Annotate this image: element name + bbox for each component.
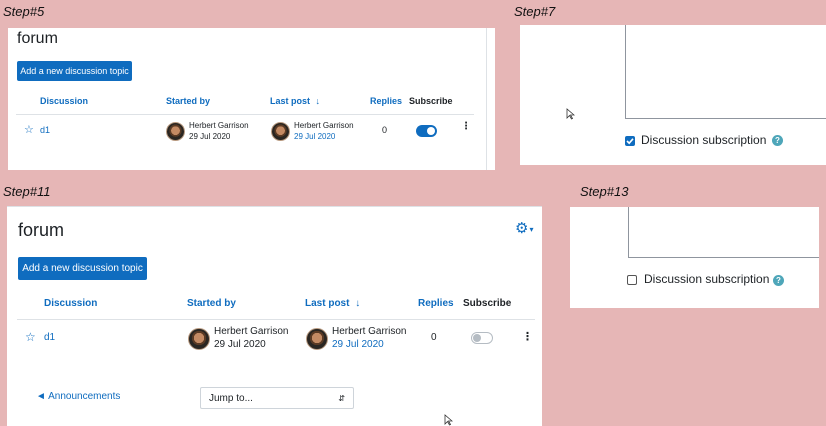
step-13-label: Step#13 — [580, 184, 629, 199]
avatar[interactable] — [271, 122, 290, 141]
starter-date: 29 Jul 2020 — [214, 339, 266, 350]
last-post-author: Herbert Garrison — [332, 326, 407, 337]
column-last-post-label: Last post — [270, 96, 311, 106]
more-actions-icon[interactable]: ⋮ — [522, 330, 533, 343]
avatar[interactable] — [306, 328, 328, 350]
panel-border — [486, 28, 487, 170]
replies-count: 0 — [382, 125, 388, 135]
column-discussion[interactable]: Discussion — [40, 96, 88, 106]
announcements-link[interactable]: ◄ Announcements — [36, 391, 120, 402]
star-icon[interactable]: ☆ — [25, 330, 36, 344]
last-post-date-link[interactable]: 29 Jul 2020 — [294, 132, 335, 141]
help-icon[interactable]: ? — [773, 275, 784, 286]
help-icon[interactable]: ? — [772, 135, 783, 146]
last-post-author: Herbert Garrison — [294, 121, 354, 130]
starter-date: 29 Jul 2020 — [189, 132, 231, 141]
page-title: forum — [17, 30, 58, 47]
column-discussion[interactable]: Discussion — [44, 298, 97, 309]
subscribe-toggle-on[interactable] — [416, 125, 437, 137]
step-11-label: Step#11 — [3, 184, 51, 199]
avatar[interactable] — [188, 328, 210, 350]
message-editor[interactable] — [628, 207, 819, 258]
column-started-by[interactable]: Started by — [166, 96, 210, 106]
forum-panel-step11: forum ⚙▾ Add a new discussion topic Disc… — [7, 206, 542, 426]
subscription-checkbox-unchecked[interactable] — [627, 275, 637, 285]
subscribe-toggle-off[interactable] — [471, 332, 493, 344]
column-subscribe: Subscribe — [409, 96, 453, 106]
starter-name: Herbert Garrison — [189, 121, 249, 130]
chevron-down-icon: ▾ — [529, 224, 534, 234]
discussion-link[interactable]: d1 — [44, 332, 55, 343]
column-last-post-label: Last post — [305, 298, 350, 309]
mouse-cursor-icon — [444, 413, 454, 426]
mouse-cursor-icon — [566, 107, 576, 125]
subscription-panel-step13: Discussion subscription ? — [570, 207, 819, 308]
add-discussion-button[interactable]: Add a new discussion topic — [18, 257, 147, 280]
add-discussion-button[interactable]: Add a new discussion topic — [17, 61, 132, 81]
replies-count: 0 — [431, 332, 437, 343]
subscription-label: Discussion subscription — [644, 272, 770, 286]
avatar[interactable] — [166, 122, 185, 141]
column-last-post[interactable]: Last post ↓ — [305, 298, 360, 309]
gear-icon[interactable]: ⚙▾ — [515, 219, 533, 237]
star-icon[interactable]: ☆ — [24, 123, 34, 136]
column-replies[interactable]: Replies — [418, 298, 454, 309]
column-last-post[interactable]: Last post ↓ — [270, 96, 320, 106]
starter-name: Herbert Garrison — [214, 326, 289, 337]
header-divider — [17, 319, 535, 320]
sort-desc-icon: ↓ — [315, 96, 321, 106]
step-7-label: Step#7 — [514, 4, 556, 19]
toggle-knob — [473, 334, 481, 342]
panel-border — [7, 206, 542, 207]
sort-desc-icon: ↓ — [355, 298, 361, 309]
header-divider — [16, 114, 474, 115]
toggle-knob — [427, 127, 435, 135]
last-post-date-link[interactable]: 29 Jul 2020 — [332, 339, 384, 350]
more-actions-icon[interactable]: ⋮ — [461, 121, 471, 132]
subscription-label: Discussion subscription — [641, 133, 767, 147]
column-replies[interactable]: Replies — [370, 96, 402, 106]
column-subscribe: Subscribe — [463, 298, 512, 309]
message-editor[interactable] — [625, 25, 826, 119]
jump-to-label: Jump to... — [209, 392, 253, 404]
page-title: forum — [18, 220, 65, 240]
discussion-link[interactable]: d1 — [40, 125, 50, 135]
jump-to-select[interactable]: Jump to... ⇵ — [200, 387, 354, 409]
subscription-checkbox-checked[interactable] — [625, 136, 635, 146]
subscription-panel-step7: Discussion subscription ? — [520, 25, 826, 165]
select-arrows-icon: ⇵ — [338, 393, 345, 403]
step-5-label: Step#5 — [3, 4, 45, 19]
column-started-by[interactable]: Started by — [187, 298, 236, 309]
forum-panel-step5: forum Add a new discussion topic Discuss… — [8, 28, 495, 170]
